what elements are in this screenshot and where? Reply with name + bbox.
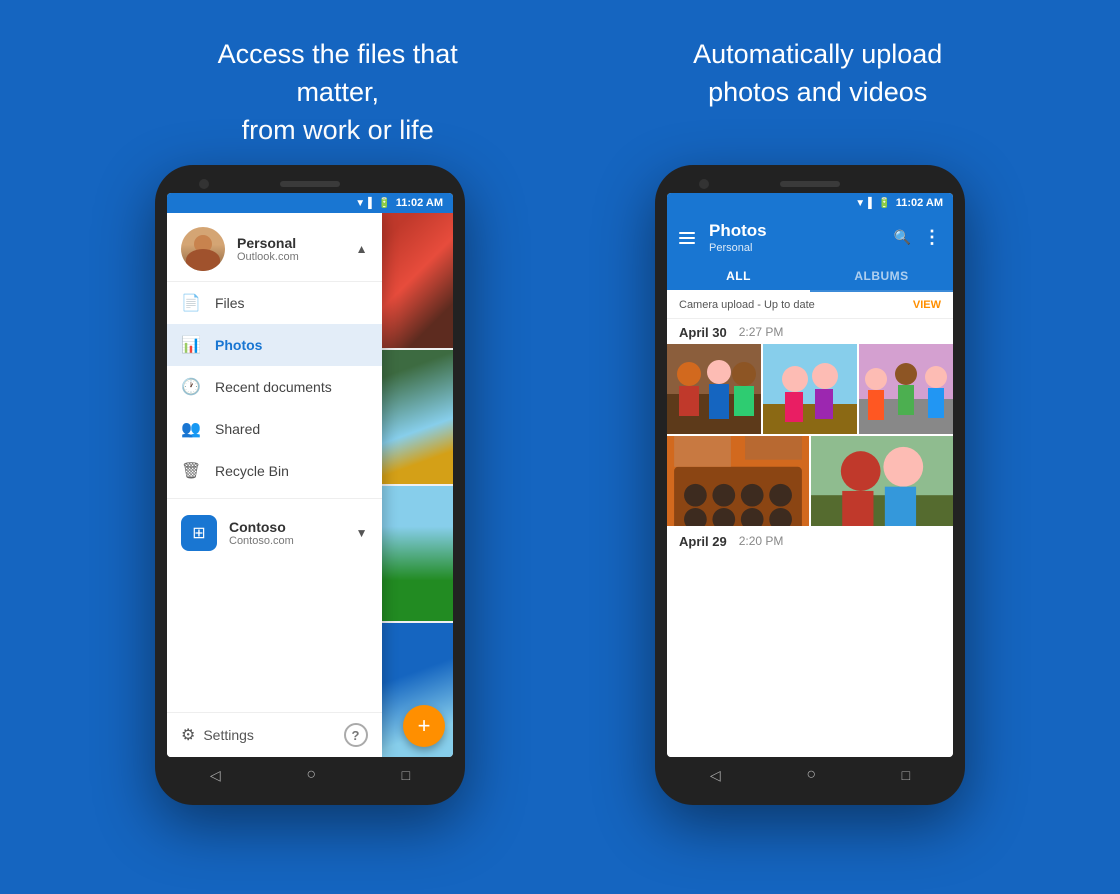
phone2-nav-recent[interactable]: □	[902, 767, 910, 783]
drawer-account-name: Personal	[237, 235, 356, 251]
drawer-overlay: Personal Outlook.com ▲ 📄 Files	[167, 213, 382, 757]
phone2-nav-back[interactable]: ◁	[710, 767, 721, 784]
app-toolbar: Photos Personal 🔍 ⋮	[667, 213, 953, 261]
photos-icon: 📊	[181, 335, 201, 355]
contoso-domain: Contoso.com	[229, 535, 344, 547]
photo-date-april29: April 29	[679, 534, 727, 549]
photo-cell-5[interactable]	[811, 436, 953, 526]
photo-cell-4[interactable]	[667, 436, 809, 526]
phone1-status-bar: ▼ ▌ 🔋 11:02 AM	[167, 193, 453, 213]
drawer-item-recycle[interactable]: 🗑 Recycle Bin	[167, 450, 382, 492]
photo-cell-2[interactable]	[763, 344, 857, 434]
recycle-icon: 🗑	[181, 461, 201, 481]
date-row-april30: April 30 2:27 PM	[667, 319, 953, 344]
camera-upload-text: Camera upload - Up to date	[679, 299, 815, 311]
chevron-up-icon: ▲	[356, 242, 368, 256]
contoso-account-icon: ⊞	[181, 515, 217, 551]
more-icon[interactable]: ⋮	[923, 227, 941, 248]
toolbar-title-group: Photos Personal	[709, 221, 886, 253]
tab-all[interactable]: ALL	[667, 262, 810, 292]
wifi-icon: ▼	[355, 198, 365, 209]
photo-time-april30: 2:27 PM	[739, 325, 784, 339]
shared-icon: 👥	[181, 419, 201, 439]
phone1-time: 11:02 AM	[396, 197, 443, 209]
nav-recent-button[interactable]: □	[402, 767, 410, 783]
photo-grid-row1	[667, 344, 953, 434]
recent-label: Recent documents	[215, 379, 332, 395]
help-button[interactable]: ?	[344, 723, 368, 747]
left-headline-text: Access the files that matter, from work …	[178, 36, 498, 149]
signal-icon: ▌	[368, 198, 375, 209]
headlines-row: Access the files that matter, from work …	[0, 0, 1120, 165]
phone2-top-bar	[667, 177, 953, 193]
date-row-april29: April 29 2:20 PM	[667, 528, 953, 553]
drawer-item-photos[interactable]: 📊 Photos	[167, 324, 382, 366]
phone2-time: 11:02 AM	[896, 197, 943, 209]
drawer-account-email: Outlook.com	[237, 251, 356, 263]
shared-label: Shared	[215, 421, 260, 437]
photo-date-april30: April 30	[679, 325, 727, 340]
phone2-status-bar: ▼ ▌ 🔋 11:02 AM	[667, 193, 953, 213]
left-headline: Access the files that matter, from work …	[178, 36, 498, 149]
phone1-shell: ▼ ▌ 🔋 11:02 AM	[155, 165, 465, 805]
phone1-screen: ▼ ▌ 🔋 11:02 AM	[167, 193, 453, 757]
search-icon[interactable]: 🔍	[894, 229, 911, 246]
camera-upload-bar: Camera upload - Up to date VIEW	[667, 292, 953, 319]
photos-content: April 30 2:27 PM	[667, 319, 953, 758]
view-button[interactable]: VIEW	[913, 299, 941, 311]
battery-icon: 🔋	[378, 198, 390, 209]
photos-label: Photos	[215, 337, 262, 353]
nav-back-button[interactable]: ◁	[210, 767, 221, 784]
files-icon: 📄	[181, 293, 201, 313]
photos-tabs: ALL ALBUMS	[667, 262, 953, 292]
page-container: Access the files that matter, from work …	[0, 0, 1120, 894]
phone1-screen-inner: Personal Outlook.com ▲ 📄 Files	[167, 213, 453, 757]
phone1-top-bar	[167, 177, 453, 193]
toolbar-title: Photos	[709, 221, 886, 241]
nav-home-button[interactable]: ○	[306, 766, 316, 784]
hamburger-icon[interactable]	[679, 232, 695, 244]
recycle-label: Recycle Bin	[215, 463, 289, 479]
phone2-signal-icon: ▌	[868, 198, 875, 209]
phone2-nav-home[interactable]: ○	[806, 766, 816, 784]
drawer-divider	[167, 498, 382, 499]
phone2-camera	[699, 179, 709, 189]
toolbar-icons: 🔍 ⋮	[894, 227, 941, 248]
chevron-down-icon: ▼	[356, 526, 368, 540]
recent-icon: 🕐	[181, 377, 201, 397]
contoso-account-info: Contoso Contoso.com	[229, 519, 344, 547]
toolbar-subtitle: Personal	[709, 242, 886, 254]
photo-cell-3[interactable]	[859, 344, 953, 434]
phone2-bottom-nav: ◁ ○ □	[667, 757, 953, 793]
phone2-battery-icon: 🔋	[878, 198, 890, 209]
photo-time-april29: 2:20 PM	[739, 534, 784, 548]
settings-label: Settings	[203, 727, 254, 743]
right-headline-text: Automatically upload photos and videos	[693, 36, 942, 112]
avatar	[181, 227, 225, 271]
drawer-footer: ⚙ Settings ?	[167, 712, 382, 757]
drawer-header[interactable]: Personal Outlook.com ▲	[167, 213, 382, 282]
right-headline: Automatically upload photos and videos	[693, 36, 942, 112]
files-label: Files	[215, 295, 245, 311]
drawer-item-shared[interactable]: 👥 Shared	[167, 408, 382, 450]
second-account-row[interactable]: ⊞ Contoso Contoso.com ▼	[167, 505, 382, 561]
phones-row: ▼ ▌ 🔋 11:02 AM	[0, 165, 1120, 894]
phone2-speaker	[780, 181, 840, 187]
phone1-bottom-nav: ◁ ○ □	[167, 757, 453, 793]
contoso-name: Contoso	[229, 519, 344, 535]
photo-cell-1[interactable]	[667, 344, 761, 434]
drawer-items: 📄 Files 📊 Photos 🕐 Recent documents	[167, 282, 382, 712]
settings-item[interactable]: ⚙ Settings	[181, 725, 254, 745]
tab-albums[interactable]: ALBUMS	[810, 262, 953, 290]
drawer-item-files[interactable]: 📄 Files	[167, 282, 382, 324]
phone2-wifi-icon: ▼	[855, 198, 865, 209]
phone2-shell: ▼ ▌ 🔋 11:02 AM Photos Personal	[655, 165, 965, 805]
drawer-item-recent[interactable]: 🕐 Recent documents	[167, 366, 382, 408]
drawer-account-info: Personal Outlook.com	[237, 235, 356, 263]
phone2-screen: ▼ ▌ 🔋 11:02 AM Photos Personal	[667, 193, 953, 757]
settings-icon: ⚙	[181, 725, 195, 745]
phone1-speaker	[280, 181, 340, 187]
photo-grid-row2	[667, 436, 953, 526]
phone1-camera	[199, 179, 209, 189]
